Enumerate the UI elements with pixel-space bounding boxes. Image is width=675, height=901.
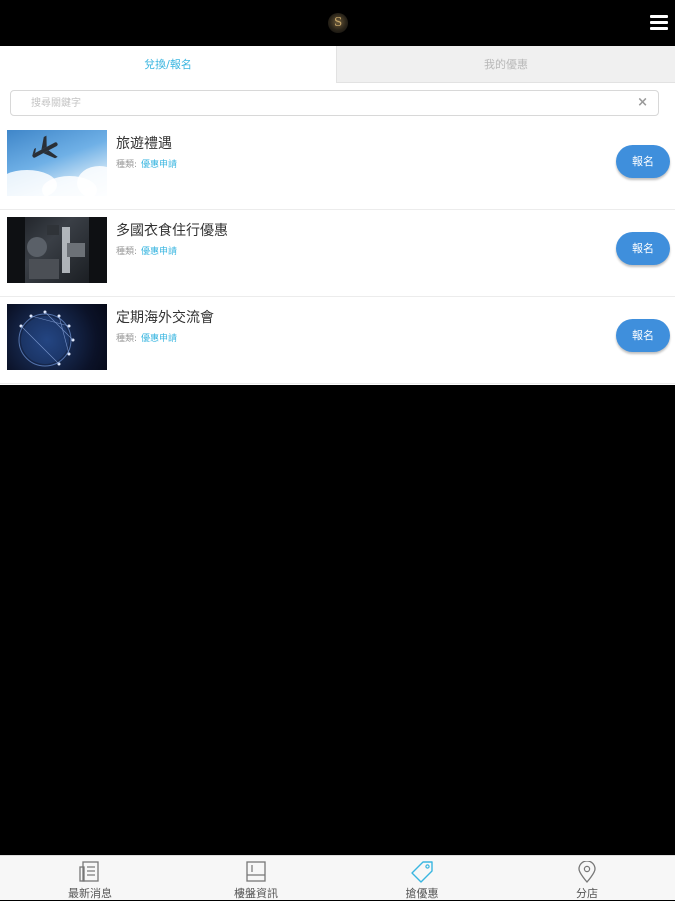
meta-label: 種類: — [116, 334, 138, 344]
tab-my-offers[interactable]: 我的優惠 — [336, 46, 675, 83]
offers-panel: 兌換/報名 我的優惠 × 旅遊禮遇 種類:優惠申請 報名 — [0, 46, 675, 385]
nav-label: 最新消息 — [68, 887, 112, 900]
airplane-icon — [32, 135, 58, 159]
search-box: × — [10, 90, 659, 116]
city-street-thumbnail — [7, 217, 107, 283]
nav-item-property[interactable]: 樓盤資訊 — [172, 856, 340, 901]
meta-value: 優惠申請 — [141, 334, 178, 344]
register-button[interactable]: 報名 — [616, 319, 670, 352]
offer-title: 旅遊禮遇 — [116, 136, 172, 152]
meta-value: 優惠申請 — [141, 247, 178, 257]
nav-label: 樓盤資訊 — [234, 887, 278, 900]
nav-item-branches[interactable]: 分店 — [503, 856, 671, 901]
offer-meta: 種類: 優惠申請 — [116, 244, 177, 257]
news-icon — [79, 861, 99, 882]
search-input[interactable] — [31, 94, 621, 113]
nav-item-deals[interactable]: 搶優惠 — [338, 856, 506, 901]
property-icon — [246, 861, 266, 882]
list-item[interactable]: 定期海外交流會 種類: 優惠申請 報名 — [0, 297, 675, 384]
nav-label: 分店 — [576, 887, 598, 900]
tab-redeem-register[interactable]: 兌換/報名 — [0, 46, 336, 83]
location-pin-icon — [578, 861, 596, 883]
airplane-sky-thumbnail — [7, 130, 107, 196]
offer-meta: 種類: 優惠申請 — [116, 331, 177, 344]
register-button[interactable]: 報名 — [616, 145, 670, 178]
nav-item-news[interactable]: 最新消息 — [6, 856, 174, 901]
offer-title: 多國衣食住行優惠 — [116, 223, 228, 239]
globe-icon — [18, 310, 75, 367]
tab-bar: 兌換/報名 我的優惠 — [0, 46, 675, 83]
bottom-nav: 最新消息 樓盤資訊 搶優惠 分店 — [0, 855, 675, 900]
nav-label: 搶優惠 — [405, 887, 439, 900]
brand-logo[interactable]: S — [328, 13, 348, 33]
city-street-image — [7, 217, 107, 283]
tag-icon — [411, 861, 433, 883]
meta-value: 優惠申請 — [141, 160, 178, 170]
register-button[interactable]: 報名 — [616, 232, 670, 265]
offer-title: 定期海外交流會 — [116, 310, 214, 326]
logo-mark: S — [334, 15, 343, 29]
globe-network-thumbnail — [7, 304, 107, 370]
meta-label: 種類: — [116, 247, 138, 257]
clear-icon[interactable]: × — [637, 95, 648, 111]
offer-meta: 種類: 優惠申請 — [116, 157, 177, 170]
top-bar: S — [0, 0, 675, 46]
list-item[interactable]: 旅遊禮遇 種類: 優惠申請 報名 — [0, 123, 675, 210]
hamburger-menu-icon[interactable] — [650, 15, 668, 31]
meta-label: 種類: — [116, 160, 138, 170]
list-item[interactable]: 多國衣食住行優惠 種類: 優惠申請 報名 — [0, 210, 675, 297]
